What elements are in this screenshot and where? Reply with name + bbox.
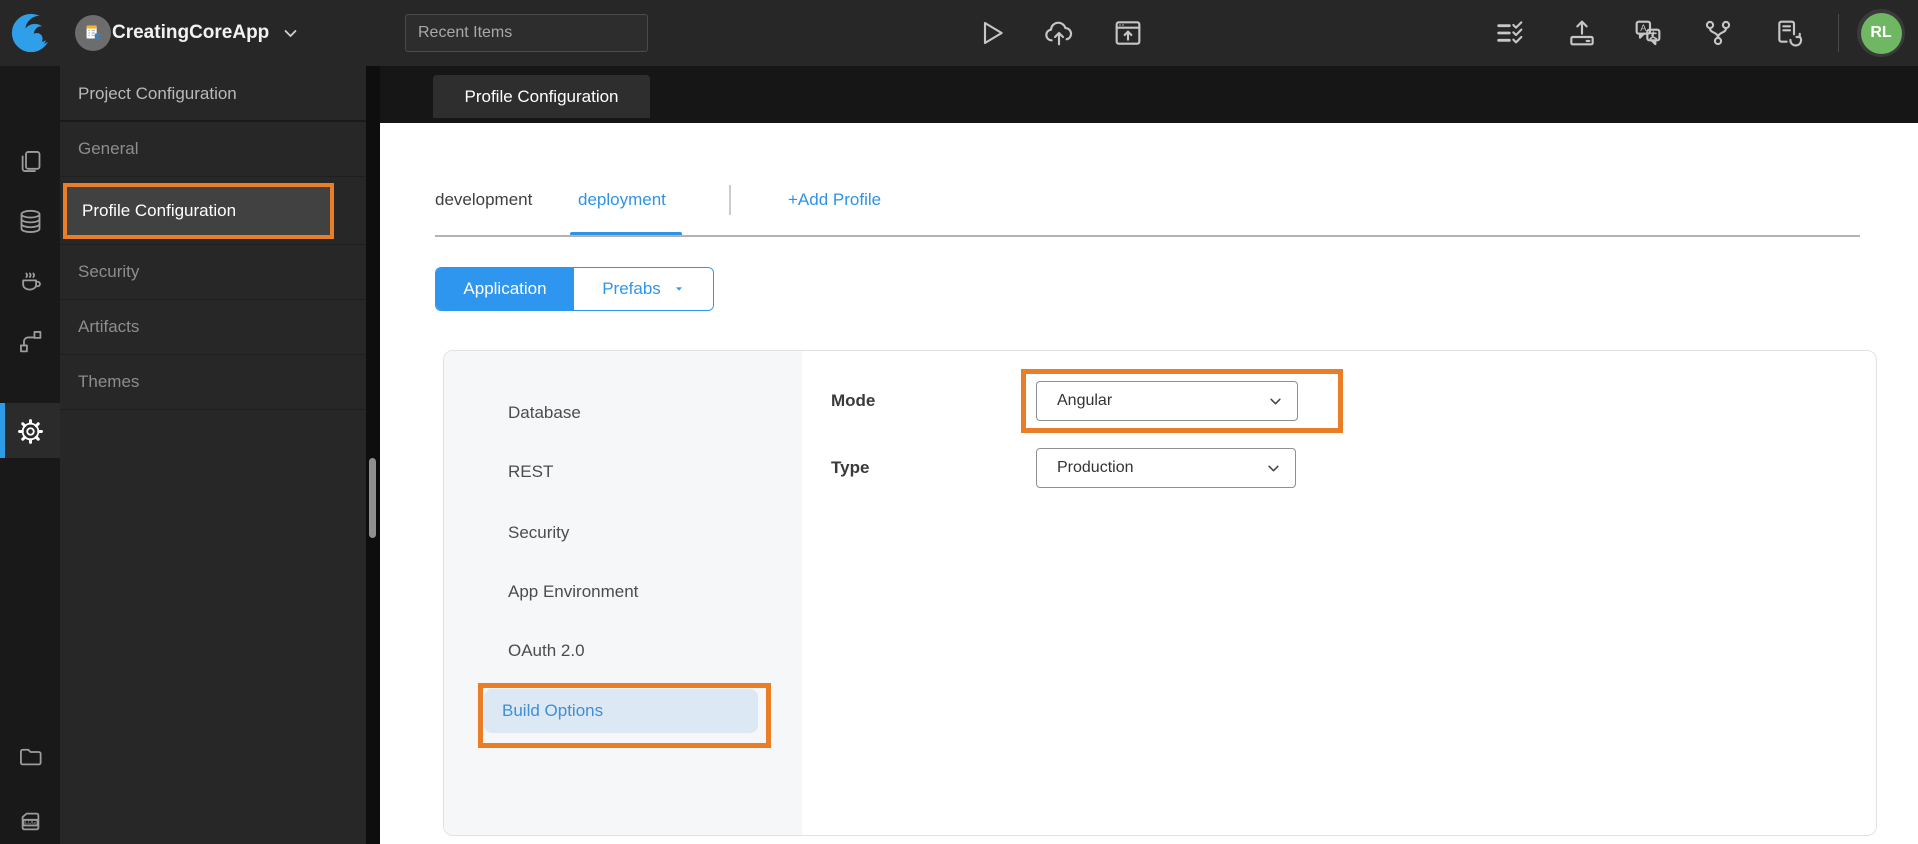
nav-item-security[interactable]: Security [444,518,802,548]
project-chevron-down-icon[interactable] [282,25,299,42]
build-options-highlight: Build Options [478,683,771,748]
pages-icon[interactable] [0,138,60,184]
main-content: Profile Configuration development deploy… [380,66,1918,844]
file-explorer-icon[interactable] [0,733,60,779]
tab-deployment[interactable]: deployment [578,190,666,210]
content-body: development deployment +Add Profile Appl… [380,123,1918,844]
mode-select-value: Angular [1057,392,1113,409]
recent-items-input[interactable] [405,14,648,52]
content-header: Profile Configuration [380,66,1918,123]
type-label: Type [831,458,870,477]
add-profile-button[interactable]: +Add Profile [788,190,881,210]
database-icon[interactable] [0,198,60,244]
mode-label: Mode [831,391,876,410]
sidebar-item-artifacts[interactable]: Artifacts [60,300,366,355]
nav-item-oauth[interactable]: OAuth 2.0 [444,636,802,666]
tabs-rule [435,235,1860,237]
prefabs-caret-down-icon [675,287,682,291]
java-services-icon[interactable] [0,258,60,304]
changelog-icon[interactable] [1772,17,1804,49]
scope-toggle: Application Prefabs [435,267,714,311]
apis-icon[interactable] [0,318,60,364]
left-rail: LOG [0,66,60,844]
chevron-down-icon [1268,465,1279,471]
prefabs-label: Prefabs [602,279,661,298]
mode-select[interactable]: Angular [1036,381,1298,421]
svg-text:A: A [1640,23,1647,33]
nav-item-build-options[interactable]: Build Options [484,689,758,733]
sidebar-active-highlight[interactable]: Profile Configuration [63,183,334,239]
user-avatar[interactable]: RL [1857,9,1905,57]
topbar-divider [1838,14,1839,52]
sidebar-item-themes[interactable]: Themes [60,355,366,410]
checklist-icon[interactable] [1494,17,1526,49]
svg-text:LOG: LOG [25,820,36,826]
avatar-initials: RL [1860,12,1902,54]
tab-divider [729,185,731,215]
build-options-card: Database REST Security App Environment O… [443,350,1877,836]
settings-sidebar: Project Configuration General Profile Co… [60,66,366,844]
type-select-value: Production [1057,459,1134,476]
project-name[interactable]: CreatingCoreApp [112,0,269,66]
sidebar-item-profile-configuration[interactable]: Profile Configuration [60,177,366,245]
sidebar-scrollbar-thumb[interactable] [369,458,376,538]
prefabs-toggle-button[interactable]: Prefabs [574,268,713,310]
run-icon[interactable] [975,17,1007,49]
translate-icon[interactable]: A [1632,17,1664,49]
nav-item-rest[interactable]: REST [444,457,802,487]
open-in-window-icon[interactable] [1112,17,1144,49]
settings-gear-icon[interactable] [0,407,60,455]
page-tab-profile-configuration[interactable]: Profile Configuration [433,75,650,118]
application-toggle-button[interactable]: Application [436,268,574,310]
version-control-icon[interactable] [1702,17,1734,49]
sidebar-scrollbar [366,66,380,844]
type-select[interactable]: Production [1036,448,1296,488]
sidebar-item-security[interactable]: Security [60,245,366,300]
sidebar-title: Project Configuration [60,66,366,122]
chevron-down-icon [1270,398,1281,404]
tab-development[interactable]: development [435,190,532,210]
wavemaker-logo-icon[interactable] [9,9,55,57]
nav-item-app-environment[interactable]: App Environment [444,577,802,607]
logs-icon[interactable]: LOG [0,798,60,844]
cloud-upload-icon[interactable] [1043,17,1075,49]
project-icon [75,15,111,51]
sidebar-item-general[interactable]: General [60,122,366,177]
app-root: CreatingCoreApp A RL [0,0,1918,844]
export-icon[interactable] [1566,17,1598,49]
nav-item-database[interactable]: Database [444,398,802,428]
topbar: CreatingCoreApp A RL [0,0,1918,66]
settings-nav-panel: Database REST Security App Environment O… [444,351,802,835]
